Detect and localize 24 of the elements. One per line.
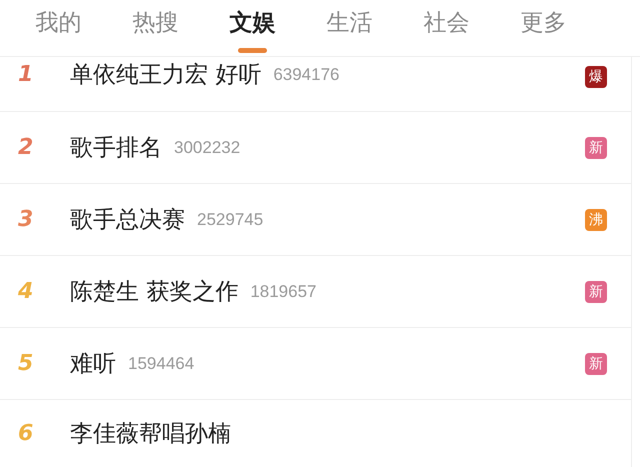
tab-indicator bbox=[238, 48, 267, 53]
rank-number: 5 bbox=[17, 350, 34, 378]
search-count: 3002232 bbox=[174, 136, 240, 158]
hot-badge: 新 bbox=[585, 352, 607, 374]
search-count: 1594464 bbox=[128, 352, 194, 374]
topic-title[interactable]: 歌手总决赛 bbox=[70, 206, 185, 234]
topic-title[interactable]: 单依纯王力宏 好听 bbox=[70, 61, 262, 89]
rank-number: 2 bbox=[17, 134, 34, 162]
search-count: 6394176 bbox=[273, 64, 340, 86]
hot-badge: 爆 bbox=[585, 66, 607, 88]
tab[interactable]: 文娱 bbox=[204, 0, 301, 57]
search-count: 1819657 bbox=[250, 280, 316, 302]
topic-title[interactable]: 难听 bbox=[70, 350, 116, 378]
rank-number: 3 bbox=[17, 206, 34, 234]
rank-number: 4 bbox=[17, 278, 34, 306]
hot-badge: 沸 bbox=[585, 208, 607, 230]
rank-number: 6 bbox=[17, 420, 34, 448]
topic-title[interactable]: 歌手排名 bbox=[70, 134, 162, 162]
hot-badge: 新 bbox=[585, 136, 607, 158]
hot-badge: 新 bbox=[585, 280, 607, 302]
topic-title[interactable]: 李佳薇帮唱孙楠 bbox=[70, 420, 231, 448]
rank-number: 1 bbox=[17, 61, 34, 89]
search-count: 2529745 bbox=[197, 208, 264, 230]
topic-title[interactable]: 陈楚生 获奖之作 bbox=[70, 278, 238, 306]
